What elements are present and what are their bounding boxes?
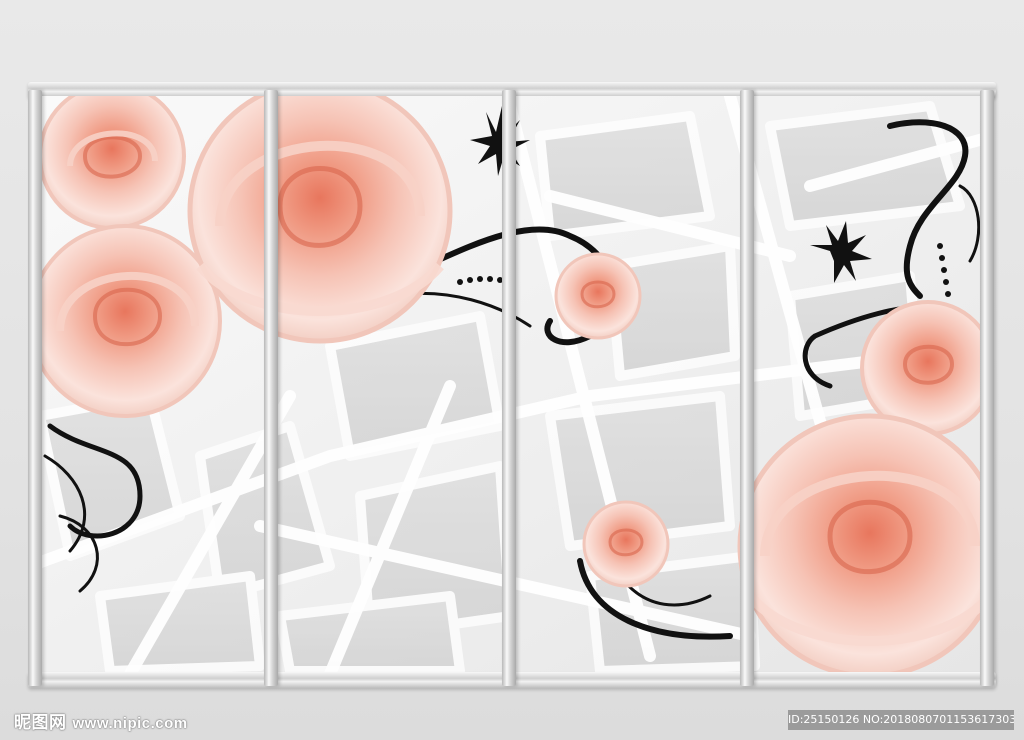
- rose-small-lower-center: [582, 500, 670, 588]
- watermark-logo: 昵图网 www.nipic.com: [14, 708, 188, 732]
- watermark-logo-text: 昵图网: [14, 713, 67, 732]
- rose-top-left: [38, 96, 186, 230]
- frame-post-4: [740, 90, 754, 686]
- frame-post-1: [28, 90, 42, 686]
- frame-post-3: [502, 90, 516, 686]
- rose-right-large: [737, 413, 994, 674]
- rose-large-top: [187, 96, 453, 344]
- watermark-id: ID:25150126 NO:20180807011536173031: [788, 710, 1014, 730]
- rose-small-upper-center: [554, 252, 642, 340]
- frame-post-5: [980, 90, 994, 686]
- frame-post-2: [264, 90, 278, 686]
- rose-mid-left: [30, 224, 222, 418]
- watermark-site: www.nipic.com: [72, 715, 188, 732]
